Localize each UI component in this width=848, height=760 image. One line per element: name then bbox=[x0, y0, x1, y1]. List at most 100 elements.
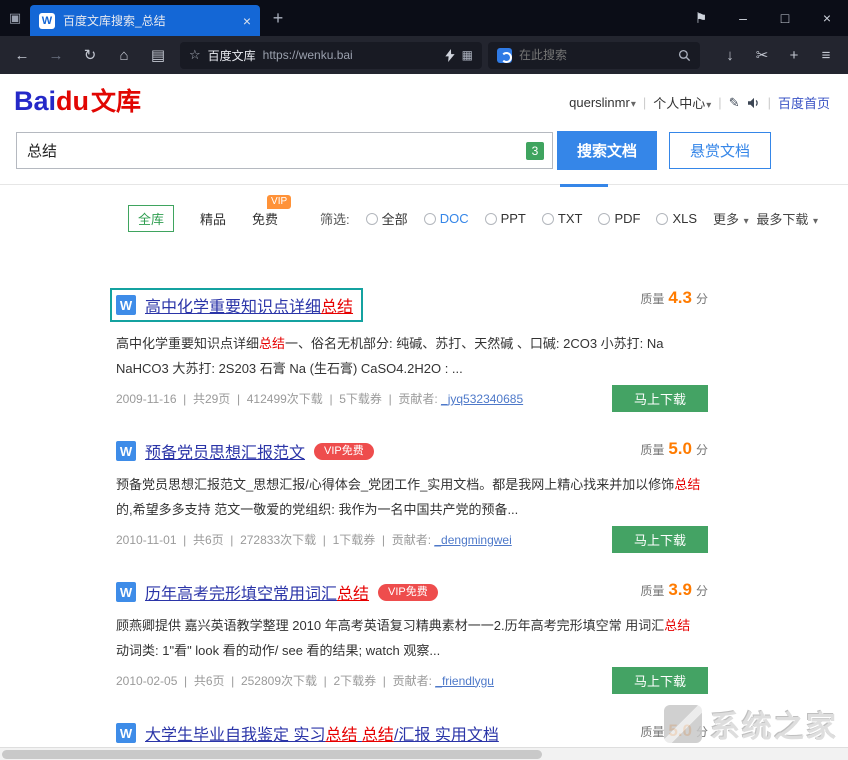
speaker-icon[interactable] bbox=[747, 97, 761, 109]
qr-code-icon[interactable]: ▦ bbox=[462, 48, 473, 62]
chevron-down-icon: ▾ bbox=[706, 100, 711, 111]
new-tab-button[interactable]: + bbox=[260, 0, 296, 36]
browser-toolbar: ← → ↻ ⌂ ▤ ☆ 百度文库 https://wenku.bai ▦ ↓ ✂… bbox=[0, 36, 848, 74]
filter-option-all[interactable]: 全部 bbox=[366, 209, 408, 228]
browser-logo-icon: ▣ bbox=[0, 0, 30, 36]
result-title-link[interactable]: 历年高考完形填空常用词汇总结 bbox=[145, 580, 369, 604]
vip-tag: VIP bbox=[267, 195, 291, 209]
search-input-wrap: 3 bbox=[16, 132, 553, 169]
tab-close-icon[interactable]: × bbox=[243, 13, 251, 29]
quality-score: 质量4.3分 bbox=[640, 288, 708, 308]
site-label: 百度文库 bbox=[208, 47, 256, 64]
toolbar-search-input[interactable] bbox=[519, 48, 671, 62]
toolbar-search-box[interactable] bbox=[488, 42, 700, 69]
filter-option-txt[interactable]: TXT bbox=[542, 211, 583, 226]
search-row: 3 搜索文档 悬赏文档 bbox=[0, 117, 848, 170]
doc-icon: W bbox=[116, 582, 136, 602]
filter-option-ppt[interactable]: PPT bbox=[485, 211, 526, 226]
back-icon[interactable]: ← bbox=[6, 40, 38, 70]
filter-more-dropdown[interactable]: 更多 ▾ bbox=[713, 209, 749, 228]
result-title-link[interactable]: 预备党员思想汇报范文 bbox=[145, 439, 305, 463]
watermark-text: 系统之家 bbox=[710, 702, 838, 746]
meta-text: 2010-02-05 | 共6页 | 252809次下载 | 2下载券 | 贡献… bbox=[116, 672, 435, 689]
search-count-badge: 3 bbox=[526, 142, 544, 160]
browser-tab[interactable]: W 百度文库搜索_总结 × bbox=[30, 5, 260, 36]
contributor-link[interactable]: _dengmingwei bbox=[434, 533, 511, 547]
download-now-button[interactable]: 马上下载 bbox=[612, 385, 708, 412]
doc-icon: W bbox=[116, 441, 136, 461]
logo-bai: Bai bbox=[14, 86, 56, 116]
tab-favicon-icon: W bbox=[39, 13, 55, 29]
download-now-button[interactable]: 马上下载 bbox=[612, 667, 708, 694]
minimize-button[interactable]: – bbox=[722, 0, 764, 36]
tab-free[interactable]: 免费VIP bbox=[252, 209, 278, 228]
scrollbar-thumb[interactable] bbox=[2, 750, 542, 759]
radio-icon[interactable] bbox=[656, 213, 668, 225]
chevron-down-icon: ▾ bbox=[744, 216, 749, 227]
sort-dropdown[interactable]: 最多下载 ▾ bbox=[756, 209, 818, 228]
result-head: W 高中化学重要知识点详细总结 质量4.3分 bbox=[116, 288, 708, 322]
url-text[interactable]: https://wenku.bai bbox=[263, 48, 438, 62]
horizontal-scrollbar[interactable] bbox=[0, 747, 848, 760]
forward-icon[interactable]: → bbox=[40, 40, 72, 70]
baidu-home-link[interactable]: 百度首页 bbox=[778, 93, 830, 112]
quality-score: 质量3.9分 bbox=[640, 580, 708, 600]
home-icon[interactable]: ⌂ bbox=[108, 40, 140, 70]
menu-icon[interactable]: ≡ bbox=[810, 40, 842, 70]
magnifier-icon[interactable] bbox=[678, 49, 691, 62]
result-head: W 大学生毕业自我鉴定 实习总结 总结/汇报 实用文档 质量5.0分 bbox=[116, 721, 708, 745]
page-header: Baidu文库 querslinmr▾ | 个人中心▾ | ✎ | 百度首页 bbox=[0, 74, 848, 117]
download-now-button[interactable]: 马上下载 bbox=[612, 526, 708, 553]
nav-separator: | bbox=[718, 95, 721, 110]
result-description: 预备党员思想汇报范文_思想汇报/心得体会_党团工作_实用文档。都是我网上精心找来… bbox=[116, 472, 702, 522]
result-description: 高中化学重要知识点详细总结一、俗名无机部分: 纯碱、苏打、天然碱 、口碱: 2C… bbox=[116, 331, 702, 381]
nav-separator: | bbox=[768, 95, 771, 110]
username-menu[interactable]: querslinmr▾ bbox=[569, 95, 636, 110]
doc-icon: W bbox=[116, 723, 136, 743]
filter-option-doc[interactable]: DOC bbox=[424, 211, 469, 226]
baidu-wenku-logo[interactable]: Baidu文库 bbox=[14, 86, 141, 117]
tab-premium[interactable]: 精品 bbox=[200, 209, 226, 228]
radio-icon[interactable] bbox=[366, 213, 378, 225]
close-button[interactable]: × bbox=[806, 0, 848, 36]
page-content: Baidu文库 querslinmr▾ | 个人中心▾ | ✎ | 百度首页 3… bbox=[0, 74, 848, 760]
search-input[interactable] bbox=[16, 132, 553, 169]
download-manager-icon[interactable]: ↓ bbox=[714, 40, 746, 70]
radio-icon[interactable] bbox=[598, 213, 610, 225]
selection-highlight-box: W 高中化学重要知识点详细总结 bbox=[110, 288, 363, 322]
result-title-link[interactable]: 大学生毕业自我鉴定 实习总结 总结/汇报 实用文档 bbox=[145, 721, 499, 745]
personal-center-menu[interactable]: 个人中心▾ bbox=[653, 93, 711, 112]
maximize-button[interactable]: □ bbox=[764, 0, 806, 36]
filter-option-pdf[interactable]: PDF bbox=[598, 211, 640, 226]
add-icon[interactable]: + bbox=[778, 40, 810, 70]
bounty-docs-button[interactable]: 悬赏文档 bbox=[669, 132, 771, 169]
tab-all-library[interactable]: 全库 bbox=[128, 205, 174, 232]
result-meta: 2010-02-05 | 共6页 | 252809次下载 | 2下载券 | 贡献… bbox=[116, 667, 708, 694]
contributor-link[interactable]: _jyq532340685 bbox=[441, 392, 523, 406]
lightning-icon[interactable] bbox=[445, 49, 455, 62]
scissors-icon[interactable]: ✂ bbox=[746, 40, 778, 70]
tab-title: 百度文库搜索_总结 bbox=[63, 12, 235, 29]
contributor-link[interactable]: _friendlygu bbox=[435, 674, 494, 688]
browser-window: ▣ W 百度文库搜索_总结 × + ⚑ – □ × ← → ↻ ⌂ ▤ ☆ 百度… bbox=[0, 0, 848, 760]
vip-free-badge: VIP免费 bbox=[314, 443, 374, 460]
search-result: W 历年高考完形填空常用词汇总结 VIP免费 质量3.9分 顾燕卿提供 嘉兴英语… bbox=[116, 580, 708, 694]
search-docs-button[interactable]: 搜索文档 bbox=[557, 131, 657, 170]
result-head: W 历年高考完形填空常用词汇总结 VIP免费 质量3.9分 bbox=[116, 580, 708, 604]
bookmark-star-icon[interactable]: ☆ bbox=[189, 47, 201, 63]
edit-icon[interactable]: ✎ bbox=[729, 95, 740, 111]
result-title-link[interactable]: 高中化学重要知识点详细总结 bbox=[145, 293, 353, 317]
address-bar[interactable]: ☆ 百度文库 https://wenku.bai ▦ bbox=[180, 42, 482, 69]
nav-separator: | bbox=[643, 95, 646, 110]
radio-icon[interactable] bbox=[542, 213, 554, 225]
chevron-down-icon: ▾ bbox=[813, 216, 818, 227]
results-list: W 高中化学重要知识点详细总结 质量4.3分 高中化学重要知识点详细总结一、俗名… bbox=[116, 288, 708, 760]
reading-mode-icon[interactable]: ▤ bbox=[142, 40, 174, 70]
radio-icon[interactable] bbox=[424, 213, 436, 225]
refresh-icon[interactable]: ↻ bbox=[74, 40, 106, 70]
filter-option-xls[interactable]: XLS bbox=[656, 211, 697, 226]
quality-score: 质量5.0分 bbox=[640, 439, 708, 459]
radio-icon[interactable] bbox=[485, 213, 497, 225]
logo-du: du bbox=[56, 86, 89, 116]
flag-icon[interactable]: ⚑ bbox=[680, 0, 722, 36]
